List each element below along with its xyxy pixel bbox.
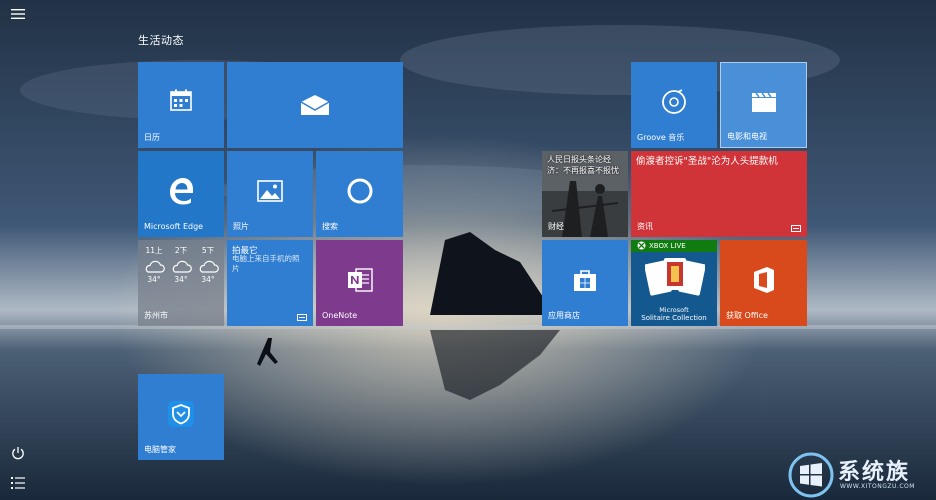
calendar-icon [169,88,193,112]
forecast-time: 2下 [174,246,188,255]
windows-logo-icon [788,452,834,498]
badge-icon [297,314,307,321]
watermark-title: 系统族 [838,460,911,485]
weather-forecast-1: 11上 34° [142,246,166,284]
music-disc-icon [661,88,687,115]
tile-calendar-label: 日历 [144,133,160,142]
news-label: 资讯 [637,222,653,231]
tile-groove-label: Groove 音乐 [637,133,685,142]
tile-onenote[interactable]: OneNote [316,240,403,326]
tile-photos[interactable]: 照片 [227,151,313,237]
forecast-time: 5下 [201,246,215,255]
cloud-icon [199,260,219,273]
tile-store-label: 应用商店 [548,311,580,320]
tile-weather-city: 苏州市 [144,311,168,320]
tile-photos-label: 照片 [233,222,249,231]
tile-weather[interactable]: 11上 34° 2下 34° 5下 34° 苏州市 [138,240,224,326]
tile-onenote-label: OneNote [322,311,358,320]
cortana-icon [346,177,374,205]
tile-tencent-label: 电脑管家 [144,445,176,454]
tile-edge[interactable]: Microsoft Edge [138,151,224,237]
weather-forecast-2: 2下 34° [169,246,193,284]
clapperboard-icon [751,91,777,113]
cloud-icon [145,260,165,273]
xbox-icon [637,241,646,250]
finance-headline: 人民日报头条论经济：不再报喜不报忧 [547,155,619,175]
watermark-url: WWW.XITONGZU.COM [840,483,915,490]
tile-tencent-manager[interactable]: 电脑管家 [138,374,224,460]
power-icon[interactable] [9,444,27,462]
edge-icon [167,177,195,205]
site-watermark: 系统族 WWW.XITONGZU.COM [786,450,936,500]
tile-finance-news[interactable]: 人民日报头条论经济：不再报喜不报忧 财经 [542,151,628,237]
tile-movies-label: 电影和电视 [727,132,767,141]
tile-phone-photos[interactable]: 拍最它 电脑上来自手机的照片 [227,240,313,326]
tile-solitaire[interactable]: XBOX LIVE Microsoft Solitaire Collection [631,240,717,326]
tile-calendar[interactable]: 日历 [138,62,224,148]
playing-cards-icon [645,258,705,296]
photo-icon [257,179,283,202]
tile-get-office[interactable]: 获取 Office [720,240,807,326]
tile-mail[interactable] [227,62,403,148]
start-left-rail [0,0,36,500]
weather-forecast-3: 5下 34° [196,246,220,284]
tile-search[interactable]: 搜索 [316,151,403,237]
store-bag-icon [572,267,598,293]
solitaire-title: Solitaire Collection [641,314,707,322]
xbox-live-label: XBOX LIVE [649,242,686,250]
tile-group-title: 生活动态 [138,34,184,47]
tile-news[interactable]: 偷渡者控诉"圣战"沦为人头提款机 资讯 [631,151,807,237]
solitaire-brand: Microsoft [659,306,689,314]
xbox-live-banner: XBOX LIVE [631,240,717,252]
tile-phone-photos-subtitle: 电脑上来自手机的照片 [232,254,300,273]
tile-search-label: 搜索 [322,222,338,231]
finance-label: 财经 [548,222,564,231]
forecast-temp: 34° [201,275,215,284]
cloud-icon [172,260,192,273]
tile-office-label: 获取 Office [726,311,768,320]
tile-store[interactable]: 应用商店 [542,240,628,326]
office-icon [751,266,777,294]
tile-edge-label: Microsoft Edge [144,222,204,231]
news-badge-icon [791,225,801,232]
mail-icon [300,94,330,116]
hamburger-icon[interactable] [9,5,27,23]
all-apps-icon[interactable] [9,474,27,492]
news-headline: 偷渡者控诉"圣战"沦为人头提款机 [636,156,778,167]
forecast-time: 11上 [145,246,163,255]
forecast-temp: 34° [174,275,188,284]
shield-icon [167,400,195,428]
tile-movies-tv[interactable]: 电影和电视 [720,62,807,148]
onenote-icon [346,266,374,294]
tile-groove[interactable]: Groove 音乐 [631,62,717,148]
forecast-temp: 34° [147,275,161,284]
